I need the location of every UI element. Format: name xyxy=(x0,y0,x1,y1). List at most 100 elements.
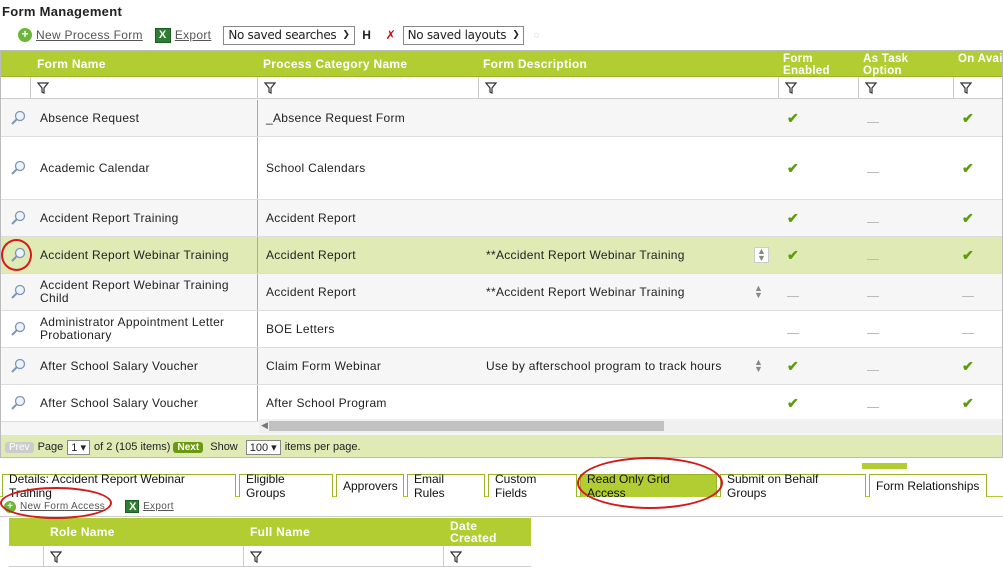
col-form-description[interactable]: Form Description xyxy=(483,51,773,77)
view-details-icon[interactable] xyxy=(10,385,26,421)
filter-icon[interactable] xyxy=(960,82,972,94)
table-row[interactable]: Absence Request _Absence Request Form ✔ ✔ xyxy=(1,100,1002,137)
saved-layouts-value: No saved layouts xyxy=(407,28,507,42)
process-category-cell: Claim Form Webinar xyxy=(266,358,382,373)
view-details-icon[interactable] xyxy=(10,311,26,347)
new-process-form-link[interactable]: New Process Form xyxy=(36,28,143,42)
saved-searches-select[interactable]: No saved searches ❯ xyxy=(223,25,355,45)
filter-on-available-forms[interactable] xyxy=(953,77,1002,99)
filter-icon[interactable] xyxy=(450,550,462,563)
tab-email-rules[interactable]: Email Rules xyxy=(407,472,485,500)
checkmark-icon: ✔ xyxy=(962,209,975,226)
form-name-cell: Absence Request xyxy=(40,110,140,125)
filter-form-description[interactable] xyxy=(478,77,778,99)
view-details-icon[interactable] xyxy=(10,200,26,236)
scroll-left-icon[interactable]: ◀ xyxy=(261,420,268,431)
process-category-cell: After School Program xyxy=(266,395,387,410)
per-page-value: 100 xyxy=(249,441,269,454)
horizontal-scrollbar[interactable]: ◀ xyxy=(259,419,1002,433)
view-details-icon[interactable] xyxy=(10,137,26,199)
col-form-name[interactable]: Form Name xyxy=(37,51,257,77)
checkmark-icon: ✔ xyxy=(787,394,800,411)
col-on-available-forms[interactable]: On Avai Forms xyxy=(958,51,1002,77)
scrollbar-thumb[interactable] xyxy=(269,421,664,431)
tab-eligible-groups[interactable]: Eligible Groups xyxy=(239,472,333,500)
table-row[interactable]: Accident Report Webinar Training Child Ac… xyxy=(1,274,1002,311)
col-process-category[interactable]: Process Category Name xyxy=(263,51,478,77)
filter-icon[interactable] xyxy=(250,550,262,563)
process-category-cell: BOE Letters xyxy=(266,321,335,336)
view-details-icon[interactable] xyxy=(10,100,26,136)
filter-process-category[interactable] xyxy=(257,77,478,99)
expand-text-icon[interactable]: ▲ ▼ xyxy=(754,274,763,310)
filter-icon[interactable] xyxy=(50,550,62,563)
table-row[interactable]: Accident Report Webinar Training Accident… xyxy=(1,237,1002,274)
filter-as-task-option[interactable] xyxy=(858,77,953,99)
pane-splitter[interactable] xyxy=(862,463,907,469)
sub-export-link[interactable]: Export xyxy=(143,501,174,512)
chevron-down-icon: ❯ xyxy=(342,30,350,40)
layout-settings-icon[interactable]: ◌ xyxy=(529,30,543,41)
forms-grid: Form Name Process Category Name Form Des… xyxy=(0,50,1003,458)
page-select-value: 1 xyxy=(71,441,78,454)
per-page-select[interactable]: 100 ▾ xyxy=(245,439,281,455)
filter-icon[interactable] xyxy=(785,82,797,94)
table-row[interactable]: After School Salary Voucher After School … xyxy=(1,385,1002,422)
tab-approvers[interactable]: Approvers xyxy=(336,474,404,497)
dash-icon xyxy=(867,200,879,236)
dash-icon xyxy=(867,100,879,136)
saved-searches-value: No saved searches xyxy=(228,28,337,42)
table-row[interactable]: Accident Report Training Accident Report ✔… xyxy=(1,200,1002,237)
table-row[interactable]: After School Salary Voucher Claim Form We… xyxy=(1,348,1002,385)
next-button[interactable]: Next xyxy=(173,441,204,453)
annotation-circle-new-form-access xyxy=(0,487,112,519)
view-details-icon[interactable] xyxy=(10,274,26,310)
form-description-cell xyxy=(486,137,751,199)
filter-form-name[interactable] xyxy=(30,77,257,99)
show-label: Show xyxy=(210,441,238,453)
form-name-cell: After School Salary Voucher xyxy=(40,395,199,410)
checkmark-icon: ✔ xyxy=(962,357,975,374)
filter-icon[interactable] xyxy=(37,82,49,94)
filter-form-enabled[interactable] xyxy=(778,77,858,99)
col-as-task-option[interactable]: As Task Option xyxy=(863,51,943,77)
column-separator xyxy=(257,100,258,136)
excel-icon[interactable] xyxy=(125,500,140,513)
chevron-down-icon: ❯ xyxy=(512,30,520,40)
plus-icon[interactable]: + xyxy=(18,28,32,42)
filter-date-created[interactable] xyxy=(443,546,531,567)
column-separator xyxy=(257,348,258,384)
dash-icon xyxy=(867,311,879,347)
page-of-text: of 2 xyxy=(93,441,113,453)
filter-icon[interactable] xyxy=(865,82,877,94)
table-row[interactable]: Academic Calendar School Calendars ✔ ✔ xyxy=(1,137,1002,200)
tab-submit-on-behalf-groups[interactable]: Submit on Behalf Groups xyxy=(720,472,866,500)
view-details-icon[interactable] xyxy=(10,348,26,384)
form-access-grid: Role Name Full Name Date Created xyxy=(9,518,531,567)
col-full-name[interactable]: Full Name xyxy=(250,526,310,538)
table-row[interactable]: Administrator Appointment Letter Probati… xyxy=(1,311,1002,348)
binoculars-icon[interactable]: H xyxy=(360,28,374,42)
form-name-cell: Accident Report Webinar Training xyxy=(40,247,229,262)
clear-filter-icon[interactable]: ✗ xyxy=(384,28,398,42)
expand-text-icon[interactable]: ▲ ▼ xyxy=(754,237,770,273)
tab-form-relationships[interactable]: Form Relationships xyxy=(869,474,987,497)
page-select[interactable]: 1 ▾ xyxy=(67,439,90,455)
form-description-cell: Use by afterschool program to track hour… xyxy=(486,358,722,373)
page-label: Page xyxy=(37,441,64,453)
saved-layouts-select[interactable]: No saved layouts ❯ xyxy=(402,25,525,45)
tab-custom-fields[interactable]: Custom Fields xyxy=(488,472,577,500)
filter-role-name[interactable] xyxy=(43,546,243,567)
col-date-created[interactable]: Date Created xyxy=(450,520,510,544)
filter-icon[interactable] xyxy=(485,82,497,94)
form-description-cell xyxy=(486,100,751,136)
filter-full-name[interactable] xyxy=(243,546,443,567)
prev-button[interactable]: Prev xyxy=(5,441,34,453)
col-role-name[interactable]: Role Name xyxy=(50,526,115,538)
excel-icon[interactable] xyxy=(154,27,171,43)
expand-text-icon[interactable]: ▲ ▼ xyxy=(754,348,763,384)
col-form-enabled[interactable]: Form Enabled xyxy=(783,51,853,77)
export-link[interactable]: Export xyxy=(175,28,211,42)
filter-icon[interactable] xyxy=(264,82,276,94)
dash-icon xyxy=(867,385,879,421)
